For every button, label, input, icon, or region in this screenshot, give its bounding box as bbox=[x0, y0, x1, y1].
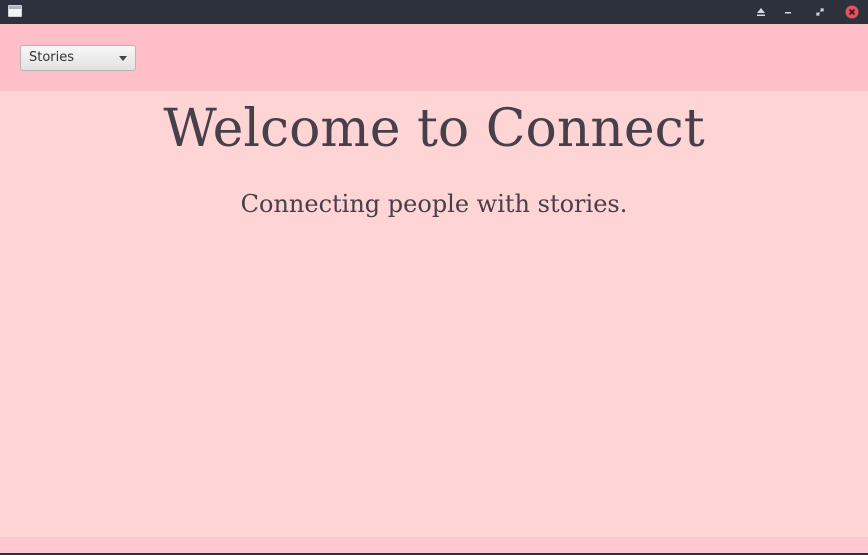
minimize-icon bbox=[785, 12, 791, 14]
page-title: Welcome to Connect bbox=[163, 99, 705, 159]
close-button[interactable] bbox=[844, 4, 860, 20]
tagline: Connecting people with stories. bbox=[240, 190, 628, 218]
status-bar bbox=[0, 537, 868, 553]
close-icon bbox=[845, 5, 859, 19]
window-icon bbox=[8, 5, 22, 17]
dropdown-selected-value: Stories bbox=[29, 50, 75, 65]
shade-button[interactable] bbox=[753, 4, 769, 20]
title-bar[interactable] bbox=[0, 0, 868, 24]
maximize-button[interactable] bbox=[812, 4, 828, 20]
toolbar: Stories bbox=[0, 24, 868, 91]
app-window: Stories Welcome to Connect Connecting pe… bbox=[0, 0, 868, 555]
minimize-button[interactable] bbox=[780, 4, 796, 20]
stories-dropdown[interactable]: Stories bbox=[20, 45, 136, 71]
maximize-icon bbox=[816, 8, 824, 16]
chevron-down-icon bbox=[119, 56, 127, 61]
main-content: Welcome to Connect Connecting people wit… bbox=[0, 91, 868, 537]
eject-icon bbox=[757, 8, 765, 16]
